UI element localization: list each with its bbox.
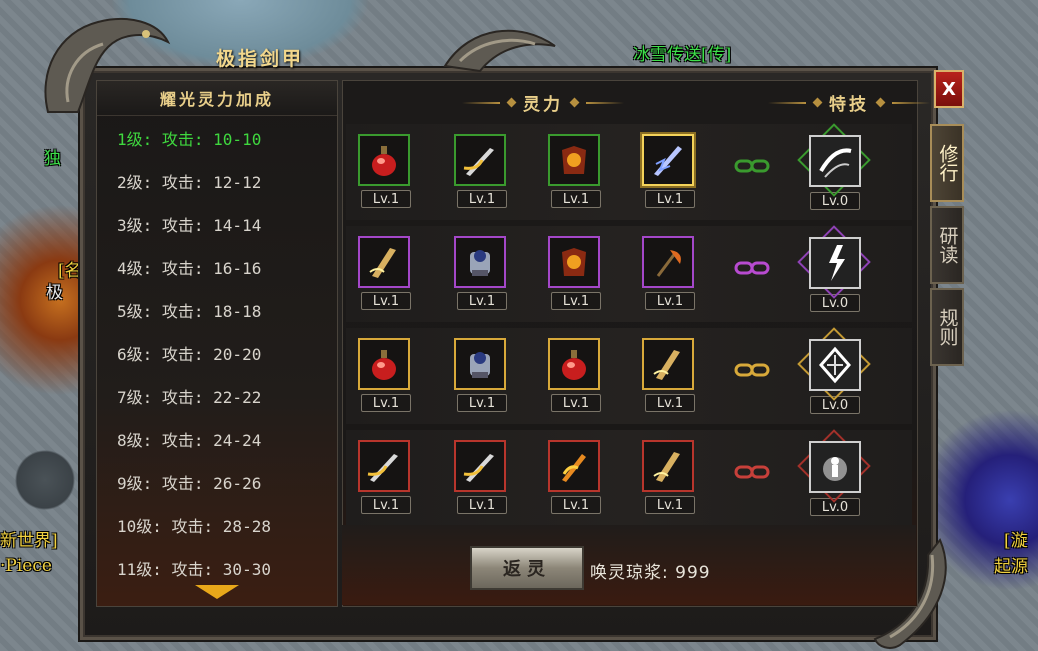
panel-title-bar: 极指剑甲 bbox=[150, 40, 370, 74]
item-level-label: Lv.1 bbox=[551, 496, 601, 514]
section-title: 特技 bbox=[829, 95, 869, 115]
spirit-item-slot[interactable]: Lv.1 bbox=[642, 134, 698, 208]
level-item: 6级: 攻击: 20-20 bbox=[117, 345, 262, 365]
aura-burst-icon bbox=[809, 441, 861, 493]
world-portal-label[interactable]: 冰雪传送[传] bbox=[633, 40, 731, 65]
shatter-icon bbox=[809, 339, 861, 391]
tab-rules-label: 规则 bbox=[936, 308, 959, 346]
level-item: 9级: 攻击: 26-26 bbox=[117, 474, 262, 494]
chain-link-icon bbox=[734, 157, 770, 175]
tab-study[interactable]: 研读 bbox=[930, 206, 964, 284]
robot-armor-icon bbox=[454, 338, 506, 390]
item-level-label: Lv.1 bbox=[551, 190, 601, 208]
special-skill-slot[interactable]: Lv.0 bbox=[797, 429, 872, 516]
spirit-item-slot[interactable]: Lv.1 bbox=[642, 338, 698, 412]
spirit-item-slot[interactable]: Lv.1 bbox=[642, 236, 698, 310]
level-item: 7级: 攻击: 22-22 bbox=[117, 388, 262, 408]
panel-title: 极指剑甲 bbox=[215, 47, 304, 70]
level-item: 1级: 攻击: 10-10 bbox=[117, 129, 262, 149]
blade-icon bbox=[642, 338, 694, 390]
spirit-item-slot[interactable]: Lv.1 bbox=[358, 440, 414, 514]
level-item: 3级: 攻击: 14-14 bbox=[117, 215, 262, 235]
level-item: 4级: 攻击: 16-16 bbox=[117, 258, 262, 278]
spirit-item-slot[interactable]: Lv.1 bbox=[454, 134, 510, 208]
item-level-label: Lv.1 bbox=[361, 496, 411, 514]
scroll-down-arrow-icon[interactable] bbox=[195, 585, 239, 599]
blade-icon bbox=[358, 236, 410, 288]
spirit-item-slot[interactable]: Lv.1 bbox=[358, 236, 414, 310]
item-level-label: Lv.1 bbox=[457, 292, 507, 310]
spirit-item-slot[interactable]: Lv.1 bbox=[642, 440, 698, 514]
chain-link-icon bbox=[734, 463, 770, 481]
item-level-label: Lv.1 bbox=[457, 394, 507, 412]
spirit-item-slot[interactable]: Lv.1 bbox=[548, 338, 604, 412]
lightning-blade-icon bbox=[642, 134, 694, 186]
spirit-item-slot[interactable]: Lv.1 bbox=[548, 236, 604, 310]
slash-icon bbox=[809, 135, 861, 187]
spirit-item-slot[interactable]: Lv.1 bbox=[548, 440, 604, 514]
potion-icon bbox=[358, 134, 410, 186]
item-level-label: Lv.1 bbox=[551, 292, 601, 310]
world-npc-label: 独 bbox=[44, 149, 61, 169]
sword-icon bbox=[454, 440, 506, 492]
return-spirit-button[interactable]: 返灵 bbox=[470, 546, 584, 590]
world-npc-label: ·Piece bbox=[0, 556, 52, 576]
level-list[interactable]: 1级: 攻击: 10-10 2级: 攻击: 12-12 3级: 攻击: 14-1… bbox=[97, 116, 337, 590]
chain-link-icon bbox=[734, 259, 770, 277]
tab-practice-label: 修行 bbox=[936, 144, 959, 182]
item-level-label: Lv.1 bbox=[645, 190, 695, 208]
item-level-label: Lv.1 bbox=[457, 496, 507, 514]
item-level-label: Lv.1 bbox=[457, 190, 507, 208]
potion-icon bbox=[548, 338, 600, 390]
spirit-currency-text: 唤灵琼浆: 999 bbox=[590, 563, 711, 583]
level-item: 10级: 攻击: 28-28 bbox=[117, 517, 271, 537]
section-header-lingli: 灵力 bbox=[462, 90, 624, 115]
special-skill-slot[interactable]: Lv.0 bbox=[797, 327, 872, 414]
bonus-list-header: 耀光灵力加成 bbox=[97, 81, 337, 116]
section-title: 灵力 bbox=[523, 95, 563, 115]
world-npc-label: [漩 bbox=[1004, 531, 1028, 551]
tab-study-label: 研读 bbox=[936, 226, 959, 264]
close-button[interactable]: X bbox=[934, 70, 964, 108]
armor-icon bbox=[548, 134, 600, 186]
item-level-label: Lv.1 bbox=[551, 394, 601, 412]
tab-practice[interactable]: 修行 bbox=[930, 124, 964, 202]
world-npc-label: 起源 bbox=[994, 557, 1028, 577]
world-npc-label: 新世界] bbox=[0, 531, 58, 551]
item-level-label: Lv.1 bbox=[645, 292, 695, 310]
armor-icon bbox=[548, 236, 600, 288]
spirit-item-slot[interactable]: Lv.1 bbox=[358, 134, 414, 208]
special-skill-slot[interactable]: Lv.0 bbox=[797, 225, 872, 312]
item-level-label: Lv.1 bbox=[645, 496, 695, 514]
spirit-item-slot[interactable]: Lv.1 bbox=[358, 338, 414, 412]
level-item: 2级: 攻击: 12-12 bbox=[117, 172, 262, 192]
level-item: 11级: 攻击: 30-30 bbox=[117, 560, 271, 580]
sword-icon bbox=[358, 440, 410, 492]
potion-icon bbox=[358, 338, 410, 390]
spirit-item-slot[interactable]: Lv.1 bbox=[548, 134, 604, 208]
spirit-item-slot[interactable]: Lv.1 bbox=[454, 338, 510, 412]
flame-sword-icon bbox=[548, 440, 600, 492]
tab-rules[interactable]: 规则 bbox=[930, 288, 964, 366]
robot-armor-icon bbox=[454, 236, 506, 288]
level-item: 8级: 攻击: 24-24 bbox=[117, 431, 262, 451]
axe-icon bbox=[642, 236, 694, 288]
sword-icon bbox=[454, 134, 506, 186]
item-level-label: Lv.1 bbox=[645, 394, 695, 412]
spirit-item-slot[interactable]: Lv.1 bbox=[454, 440, 510, 514]
section-header-teji: 特技 bbox=[768, 90, 930, 115]
level-item: 5级: 攻击: 18-18 bbox=[117, 301, 262, 321]
lightning-strike-icon bbox=[809, 237, 861, 289]
spirit-item-slot[interactable]: Lv.1 bbox=[454, 236, 510, 310]
bonus-level-list: 耀光灵力加成 1级: 攻击: 10-10 2级: 攻击: 12-12 3级: 攻… bbox=[96, 80, 338, 607]
item-level-label: Lv.1 bbox=[361, 394, 411, 412]
special-skill-slot[interactable]: Lv.0 bbox=[797, 123, 872, 210]
chain-link-icon bbox=[734, 361, 770, 379]
item-level-label: Lv.1 bbox=[361, 190, 411, 208]
item-level-label: Lv.1 bbox=[361, 292, 411, 310]
blade-icon bbox=[642, 440, 694, 492]
world-npc-label: 极 bbox=[46, 283, 63, 303]
